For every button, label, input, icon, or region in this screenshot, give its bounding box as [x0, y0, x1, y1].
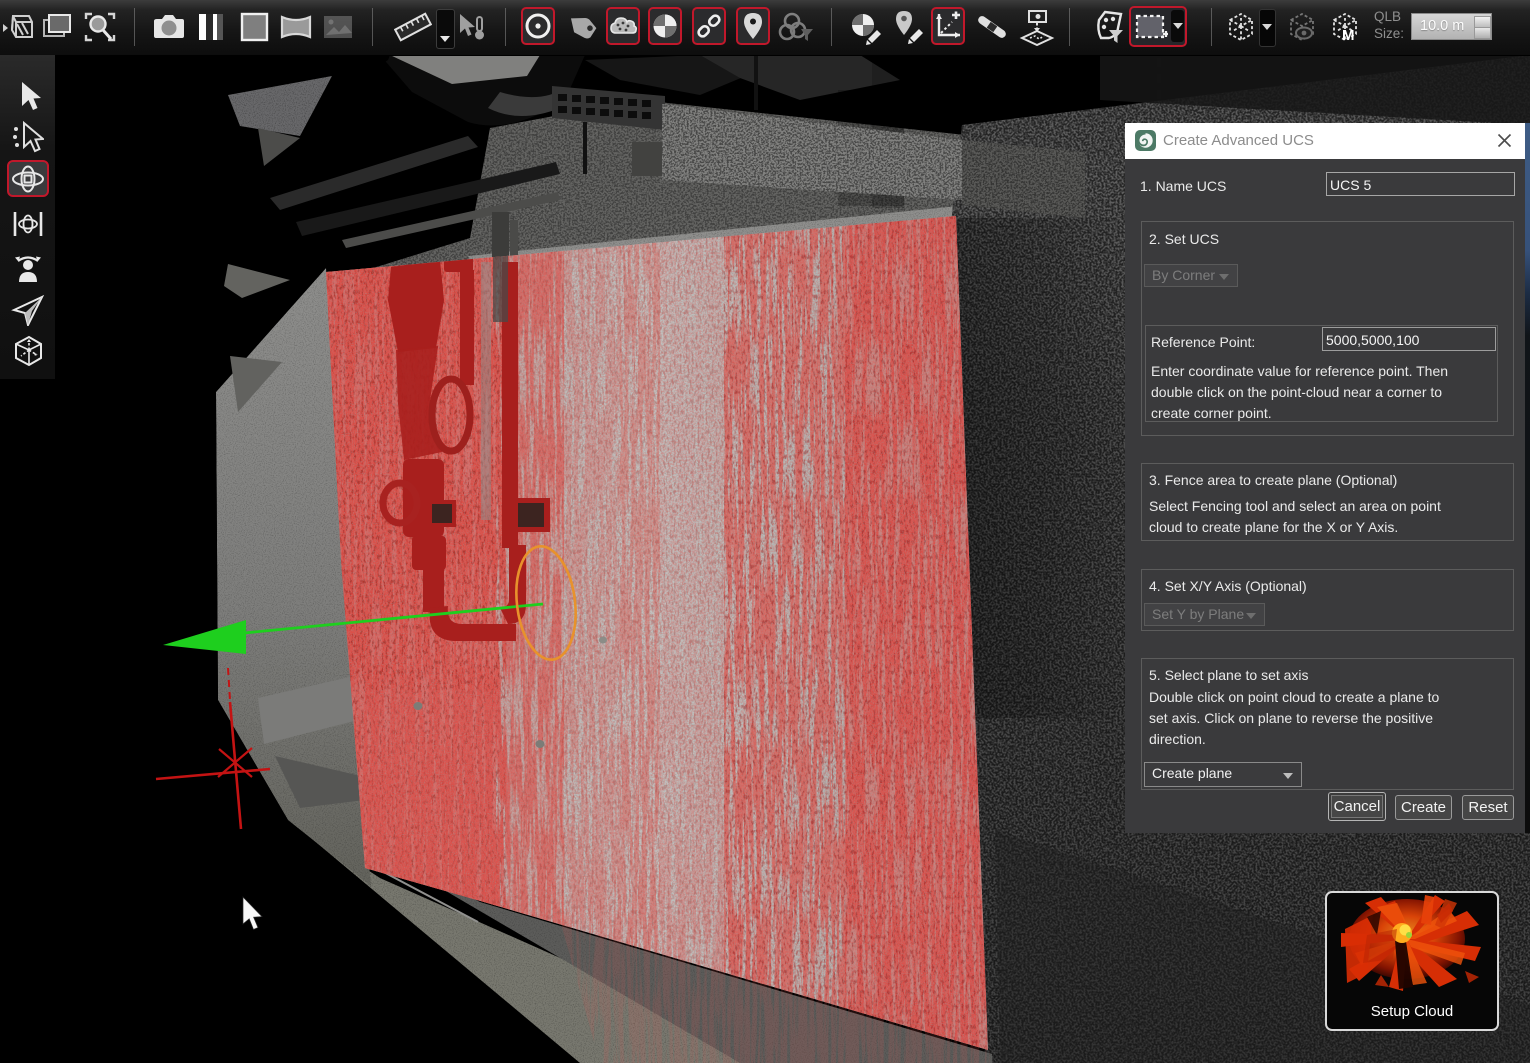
svg-text:M: M [1342, 27, 1355, 44]
